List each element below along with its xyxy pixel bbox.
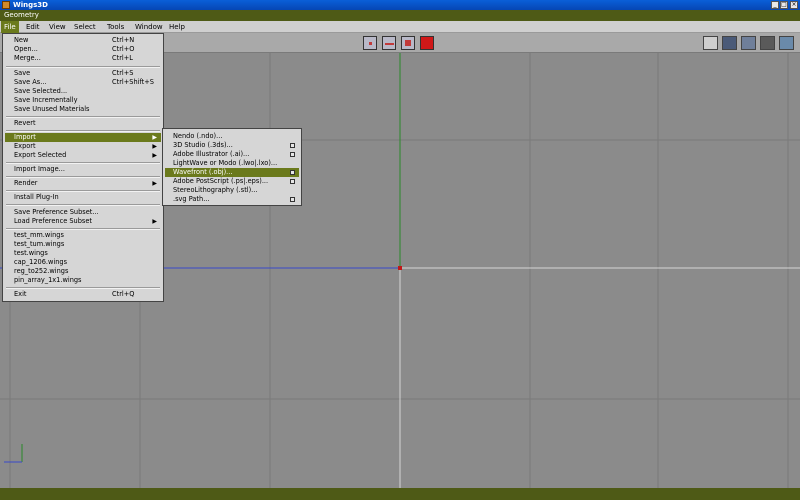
recent-file-item[interactable]: cap_1206.wings [5, 258, 161, 267]
submenu-arrow-icon: ▶ [152, 152, 157, 159]
options-box-icon[interactable] [290, 197, 295, 202]
options-box-icon[interactable] [290, 152, 295, 157]
menu-tools[interactable]: Tools [104, 21, 127, 33]
menu-window[interactable]: Window [132, 21, 166, 33]
submenu-arrow-icon: ▶ [152, 180, 157, 187]
menu-item-load-preference-subset[interactable]: Load Preference Subset ▶ [5, 217, 161, 226]
menu-view[interactable]: View [46, 21, 69, 33]
menu-file[interactable]: File [1, 21, 19, 33]
import-item-nendo[interactable]: Nendo (.ndo)... [165, 132, 299, 141]
menu-separator [6, 130, 160, 132]
menu-separator [6, 176, 160, 178]
menu-item-merge[interactable]: Merge... Ctrl+L [5, 54, 161, 63]
recent-file-item[interactable]: test.wings [5, 249, 161, 258]
perspective-toggle-icon[interactable] [779, 36, 794, 50]
menu-item-save-preference-subset[interactable]: Save Preference Subset... [5, 208, 161, 217]
import-submenu: Nendo (.ndo)... 3D Studio (.3ds)... Adob… [162, 128, 302, 206]
close-button[interactable]: × [790, 1, 798, 9]
import-item-3ds[interactable]: 3D Studio (.3ds)... [165, 141, 299, 150]
status-bar [0, 488, 800, 500]
recent-file-item[interactable]: test_tum.wings [5, 240, 161, 249]
menu-separator [6, 287, 160, 289]
import-item-svg[interactable]: .svg Path... [165, 195, 299, 204]
submenu-arrow-icon: ▶ [152, 134, 157, 141]
menu-separator [6, 190, 160, 192]
menu-item-render[interactable]: Render ▶ [5, 179, 161, 188]
file-menu: New Ctrl+N Open... Ctrl+O Merge... Ctrl+L S… [2, 33, 164, 302]
menu-item-export-selected[interactable]: Export Selected ▶ [5, 151, 161, 160]
menu-item-save-unused-materials[interactable]: Save Unused Materials [5, 105, 161, 114]
menu-separator [6, 228, 160, 230]
menu-item-install-plugin[interactable]: Install Plug-In [5, 193, 161, 202]
grid-toggle-icon[interactable] [703, 36, 718, 50]
recent-file-item[interactable]: pin_array_1x1.wings [5, 276, 161, 285]
menu-item-save-selected[interactable]: Save Selected... [5, 87, 161, 96]
menu-item-save-incrementally[interactable]: Save Incrementally [5, 96, 161, 105]
recent-file-item[interactable]: test_mm.wings [5, 231, 161, 240]
geometry-window-title: Geometry [0, 10, 800, 21]
minimize-button[interactable]: _ [771, 1, 779, 9]
import-item-postscript[interactable]: Adobe PostScript (.ps|.eps)... [165, 177, 299, 186]
window-title: Wings3D [13, 1, 48, 9]
menu-separator [6, 116, 160, 118]
options-box-icon[interactable] [290, 143, 295, 148]
import-item-illustrator[interactable]: Adobe Illustrator (.ai)... [165, 150, 299, 159]
import-item-lightwave[interactable]: LightWave or Modo (.lwo|.lxo)... [165, 159, 299, 168]
options-box-icon[interactable] [290, 170, 295, 175]
wireframe-toggle-icon[interactable] [741, 36, 756, 50]
submenu-arrow-icon: ▶ [152, 143, 157, 150]
import-item-wavefront[interactable]: Wavefront (.obj)... [165, 168, 299, 177]
menu-item-import-image[interactable]: Import Image... [5, 165, 161, 174]
vertex-select-mode-icon[interactable] [363, 36, 377, 50]
menu-item-save[interactable]: Save Ctrl+S [5, 69, 161, 78]
menu-item-revert[interactable]: Revert [5, 119, 161, 128]
menu-select[interactable]: Select [71, 21, 99, 33]
menu-edit[interactable]: Edit [23, 21, 43, 33]
body-select-mode-icon[interactable] [420, 36, 434, 50]
texture-toggle-icon[interactable] [760, 36, 775, 50]
options-box-icon[interactable] [290, 179, 295, 184]
smooth-preview-icon[interactable] [722, 36, 737, 50]
window-titlebar: Wings3D _ □ × [0, 0, 800, 10]
recent-file-item[interactable]: reg_to252.wings [5, 267, 161, 276]
submenu-arrow-icon: ▶ [152, 218, 157, 225]
menu-item-save-as[interactable]: Save As... Ctrl+Shift+S [5, 78, 161, 87]
wings3d-app-icon [2, 1, 10, 9]
menu-item-exit[interactable]: Exit Ctrl+Q [5, 290, 161, 299]
menu-item-import[interactable]: Import ▶ [5, 133, 161, 142]
menu-help[interactable]: Help [166, 21, 188, 33]
face-select-mode-icon[interactable] [401, 36, 415, 50]
geometry-title: Geometry [4, 11, 39, 19]
menubar: File Edit View Select Tools Window Help [0, 21, 800, 33]
menu-item-open[interactable]: Open... Ctrl+O [5, 45, 161, 54]
import-item-stl[interactable]: StereoLithography (.stl)... [165, 186, 299, 195]
edge-select-mode-icon[interactable] [382, 36, 396, 50]
menu-item-export[interactable]: Export ▶ [5, 142, 161, 151]
menu-separator [6, 66, 160, 68]
menu-item-new[interactable]: New Ctrl+N [5, 36, 161, 45]
menu-separator [6, 204, 160, 206]
maximize-button[interactable]: □ [780, 1, 788, 9]
menu-separator [6, 162, 160, 164]
